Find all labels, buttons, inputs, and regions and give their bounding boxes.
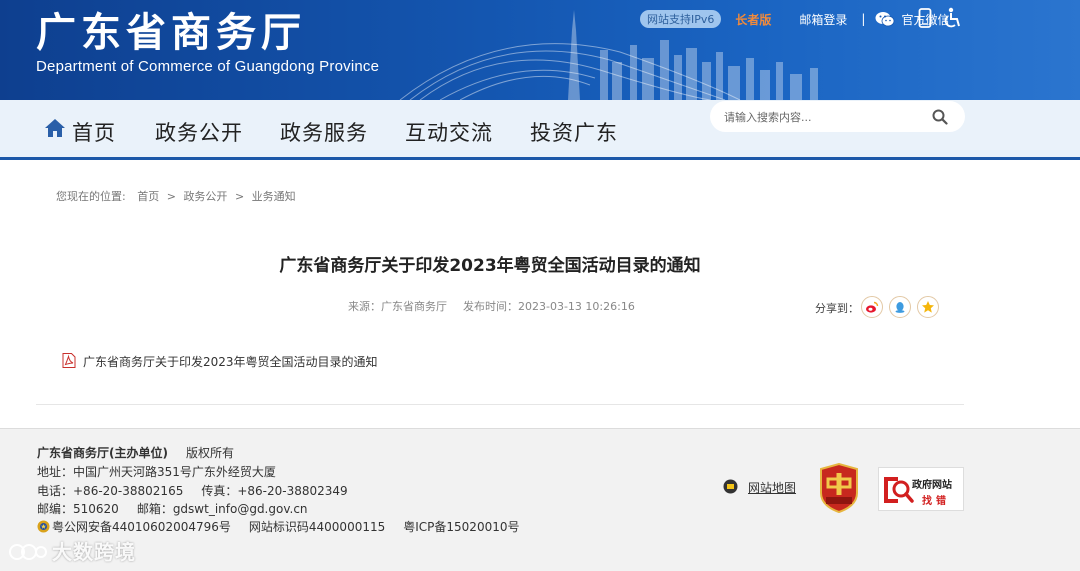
sitemap-icon [723,479,738,494]
nav-item-gov-services[interactable]: 政务服务 [280,117,368,147]
footer-records-line: 粤公网安备44010602004796号 网站标识码4400000115 粤ICP备… [37,518,519,535]
breadcrumb-item-gov-affairs[interactable]: 政务公开 [183,190,227,203]
footer-icp-record[interactable]: 粤ICP备15020010号 [403,520,519,534]
search-box [710,101,965,132]
footer-police-record[interactable]: 粤公网安备44010602004796号 [52,520,231,534]
pdf-file-icon [62,353,76,368]
footer-organizer-line: 广东省商务厅(主办单位) 版权所有 [37,444,234,461]
gov-error-line1: 政府网站 [912,480,952,491]
footer-organizer: 广东省商务厅(主办单位) [37,446,168,460]
footer-postcode: 邮编：510620 [37,502,119,516]
gov-website-error-report[interactable]: 政府网站 找错 [878,467,964,511]
share-weibo-button[interactable] [861,296,883,318]
breadcrumb-item-notices[interactable]: 业务通知 [252,190,296,203]
article-title: 广东省商务厅关于印发2023年粤贸全国活动目录的通知 [279,256,701,276]
gov-error-line2: 找错 [922,496,950,507]
nav-item-gov-affairs-open[interactable]: 政务公开 [155,117,243,147]
top-links-divider: | [861,12,866,26]
attachment-link[interactable]: 广东省商务厅关于印发2023年粤贸全国活动目录的通知 [83,353,378,370]
police-badge-icon [37,520,50,533]
elderly-mode-link[interactable]: 长者版 [735,11,771,28]
share-favorite-button[interactable] [917,296,939,318]
party-government-badge[interactable] [818,463,860,513]
wechat-icon[interactable] [875,11,895,27]
article-source: 来源：广东省商务厅 [348,300,447,313]
accessibility-icon[interactable] [941,7,963,29]
breadcrumb-separator: > [234,190,245,203]
footer-postal-line: 邮编：510620 邮箱：gdswt_info@gd.gov.cn [37,500,308,517]
site-subtitle: Department of Commerce of Guangdong Prov… [36,58,380,75]
article-meta: 来源：广东省商务厅 发布时间：2023-03-13 10:26:16 [348,298,635,314]
nav-item-home[interactable]: 首页 [72,117,116,147]
footer-site-id: 网站标识码4400000115 [248,520,386,534]
breadcrumb: 您现在的位置: 首页 > 政务公开 > 业务通知 [56,188,300,204]
search-input[interactable] [724,107,924,127]
nav-item-invest-guangdong[interactable]: 投资广东 [530,117,618,147]
site-title: 广东省商务厅 [36,10,306,56]
footer-address: 地址：中国广州天河路351号广东外经贸大厦 [37,465,276,479]
footer-phone: 电话：+86-20-38802165 [37,484,184,498]
home-icon[interactable] [44,118,66,138]
mobile-phone-icon[interactable] [918,8,932,28]
breadcrumb-item-home[interactable]: 首页 [137,190,159,203]
qq-icon [895,302,905,313]
mail-login-link[interactable]: 邮箱登录 [799,11,847,28]
footer-fax: 传真：+86-20-38802349 [201,484,348,498]
search-icon[interactable] [932,109,948,125]
breadcrumb-separator: > [166,190,176,203]
footer-copyright: 版权所有 [185,446,234,460]
footer-email: 邮箱：gdswt_info@gd.gov.cn [136,502,308,516]
watermark-logo-icon [9,544,47,560]
footer-contact-line: 电话：+86-20-38802165 传真：+86-20-38802349 [37,482,348,499]
ipv6-badge: 网站支持IPv6 [640,10,722,28]
nav-item-interaction[interactable]: 互动交流 [405,117,493,147]
sitemap-link[interactable]: 网站地图 [748,479,796,496]
share-label: 分享到： [815,302,859,315]
watermark: 大数跨境 [8,536,136,565]
star-icon [922,301,934,313]
breadcrumb-prefix: 您现在的位置: [56,190,126,203]
top-links: 网站支持IPv6 长者版 邮箱登录 | 官方微信 [640,8,949,30]
share-qq-button[interactable] [889,296,911,318]
content-divider [36,404,964,405]
weibo-icon [866,301,879,313]
watermark-text: 大数跨境 [52,540,136,564]
article-publish-time: 发布时间：2023-03-13 10:26:16 [463,300,635,313]
magnifier-error-icon [884,477,914,503]
